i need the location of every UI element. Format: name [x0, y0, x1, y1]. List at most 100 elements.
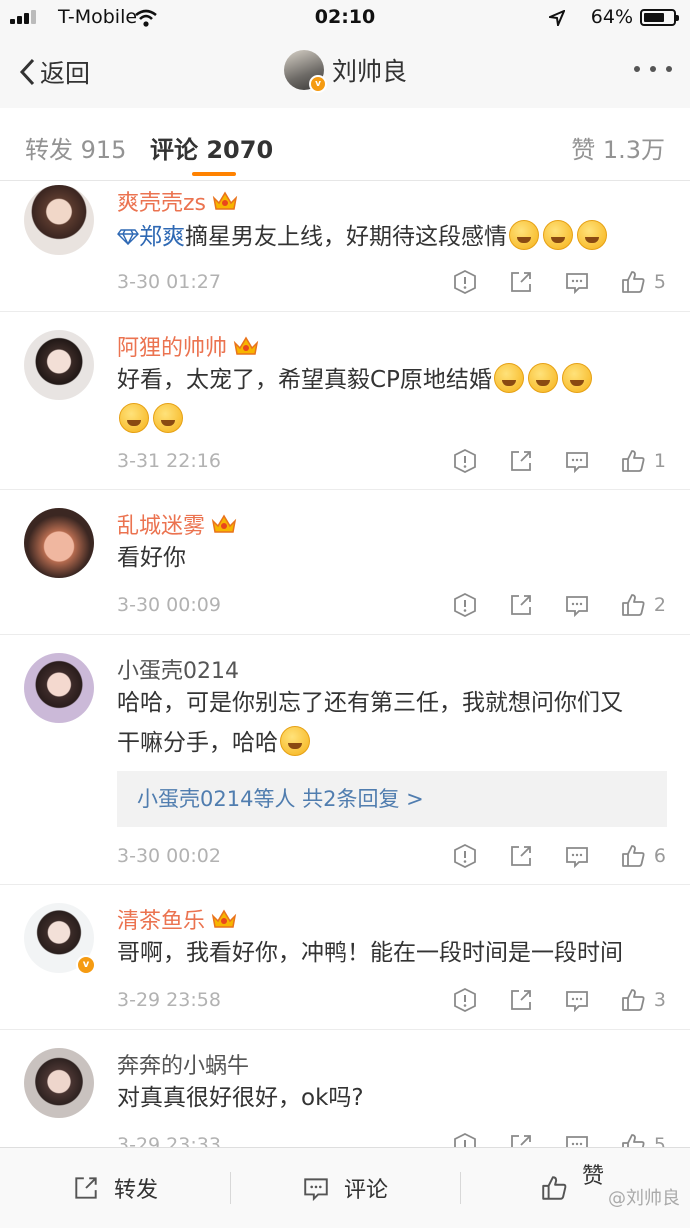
comment-text: 对真真很好很好，ok吗?: [117, 1078, 672, 1118]
comment-button[interactable]: 评论: [302, 1148, 388, 1228]
nav-user[interactable]: v 刘帅良: [284, 50, 408, 93]
location-icon: [549, 10, 565, 26]
comment-body-line2: 干嘛分手，哈哈: [117, 730, 278, 756]
comment-author-name: 奔奔的小蜗牛: [117, 1054, 250, 1079]
battery-percent: 64%: [590, 6, 633, 28]
repost-label: 转发: [114, 1178, 159, 1203]
comment-body: 摘星男友上线，好期待这段感情: [185, 224, 507, 250]
topic-tag[interactable]: 郑爽: [139, 224, 185, 250]
avatar[interactable]: [24, 1048, 94, 1118]
comment-author[interactable]: 清茶鱼乐: [117, 903, 237, 935]
share-icon[interactable]: [508, 843, 534, 869]
back-button[interactable]: 返回: [18, 54, 90, 90]
verified-badge-icon: v: [309, 75, 327, 93]
comment-icon[interactable]: [564, 448, 590, 474]
like-button[interactable]: 赞: [540, 1148, 604, 1228]
grin-emoji-icon: [561, 363, 592, 393]
comment-author-name: 爽壳壳zs: [117, 191, 207, 216]
avatar[interactable]: v: [24, 903, 96, 975]
comment-author[interactable]: 爽壳壳zs: [117, 185, 238, 217]
more-icon[interactable]: [634, 66, 672, 72]
avatar[interactable]: [24, 185, 94, 255]
like-icon[interactable]: [620, 592, 646, 618]
report-icon[interactable]: [452, 269, 478, 295]
comment-list: 爽壳壳zs 郑爽摘星男友上线，好期待这段感情 3-30 01:27 5 阿狸的帅…: [0, 181, 690, 1147]
comment-body: 看好你: [117, 545, 186, 571]
like-icon[interactable]: [620, 269, 646, 295]
clock: 02:10: [314, 6, 376, 28]
comment-author[interactable]: 乱城迷雾: [117, 508, 237, 540]
comment-author[interactable]: 阿狸的帅帅: [117, 330, 259, 362]
comment-body-line1: 哈哈，可是你别忘了还有第三任，我就想问你们又: [117, 690, 623, 716]
like-icon[interactable]: [620, 843, 646, 869]
comment-item: 奔奔的小蜗牛 对真真很好很好，ok吗? 3-29 23:33 5: [0, 1030, 690, 1147]
comment-author-name: 乱城迷雾: [117, 514, 206, 539]
like-count: 5: [653, 271, 666, 293]
emoji-icon: [509, 220, 539, 250]
avatar[interactable]: [24, 508, 94, 578]
share-icon[interactable]: [508, 1132, 534, 1147]
tab-repost[interactable]: 转发 915: [25, 130, 126, 165]
comment-icon[interactable]: [564, 1132, 590, 1147]
avatar: v: [284, 50, 327, 93]
emoji-icon: [543, 220, 573, 250]
nav-user-name: 刘帅良: [332, 57, 408, 86]
comment-icon[interactable]: [564, 269, 590, 295]
back-label: 返回: [40, 59, 91, 88]
crown-badge-icon: [211, 909, 237, 928]
avatar[interactable]: [24, 653, 94, 723]
share-icon[interactable]: [508, 448, 534, 474]
comment-time: 3-30 00:02: [117, 845, 221, 867]
comment-author[interactable]: 小蛋壳0214: [117, 653, 239, 685]
report-icon[interactable]: [452, 1132, 478, 1147]
report-icon[interactable]: [452, 448, 478, 474]
like-count: 2: [653, 594, 666, 616]
bottom-toolbar: 转发 评论 赞 @刘帅良: [0, 1147, 690, 1228]
comment-body: 哥啊，我看好你，冲鸭！能在一段时间是一段时间: [117, 940, 623, 966]
laugh-cry-emoji-icon: [493, 363, 524, 393]
divider: [460, 1172, 461, 1204]
like-count: 1: [653, 450, 666, 472]
divider: [230, 1172, 231, 1204]
like-count: 3: [653, 989, 666, 1011]
tab-likes[interactable]: 赞 1.3万: [571, 130, 665, 165]
avatar[interactable]: [24, 330, 94, 400]
share-icon[interactable]: [508, 269, 534, 295]
share-icon[interactable]: [508, 987, 534, 1013]
comment-actions: 2: [422, 592, 666, 618]
comment-item: 乱城迷雾 看好你 3-30 00:09 2: [0, 490, 690, 635]
like-icon[interactable]: [620, 1132, 646, 1147]
crown-badge-icon: [233, 336, 259, 355]
comment-icon[interactable]: [564, 987, 590, 1013]
nav-bar: 返回 v 刘帅良: [0, 36, 690, 109]
comment-icon[interactable]: [564, 592, 590, 618]
comment-body: 好看，太宠了，希望真毅CP原地结婚: [117, 367, 492, 393]
watermark: @刘帅良: [608, 1188, 680, 1209]
share-icon: [75, 1177, 97, 1199]
like-icon[interactable]: [620, 987, 646, 1013]
report-icon[interactable]: [452, 987, 478, 1013]
grin-emoji-icon: [280, 726, 310, 756]
reply-summary[interactable]: 小蛋壳0214等人 共2条回复 >: [117, 771, 667, 827]
share-icon[interactable]: [508, 592, 534, 618]
comment-author[interactable]: 奔奔的小蜗牛: [117, 1048, 249, 1080]
comment-icon[interactable]: [564, 843, 590, 869]
tab-comments[interactable]: 评论 2070: [150, 130, 273, 165]
crown-badge-icon: [211, 514, 237, 533]
comment-actions: 6: [422, 843, 666, 869]
comment-time: 3-30 00:09: [117, 594, 221, 616]
comment-actions: 5: [422, 1132, 666, 1147]
comment-actions: 1: [422, 448, 666, 474]
comment-text: 郑爽摘星男友上线，好期待这段感情: [117, 217, 672, 257]
report-icon[interactable]: [452, 843, 478, 869]
status-bar: T-Mobile 02:10 64%: [0, 0, 690, 36]
comment-item: 小蛋壳0214 哈哈，可是你别忘了还有第三任，我就想问你们又 干嘛分手，哈哈 小蛋…: [0, 635, 690, 885]
report-icon[interactable]: [452, 592, 478, 618]
like-label: 赞: [582, 1164, 605, 1189]
comment-text: 看好你: [117, 538, 672, 578]
like-icon[interactable]: [620, 448, 646, 474]
comment-text: 哈哈，可是你别忘了还有第三任，我就想问你们又 干嘛分手，哈哈: [117, 683, 672, 763]
repost-button[interactable]: 转发: [72, 1148, 158, 1228]
comment-actions: 5: [422, 269, 666, 295]
comment-item: 阿狸的帅帅 好看，太宠了，希望真毅CP原地结婚 3-31 22:16 1: [0, 312, 690, 490]
